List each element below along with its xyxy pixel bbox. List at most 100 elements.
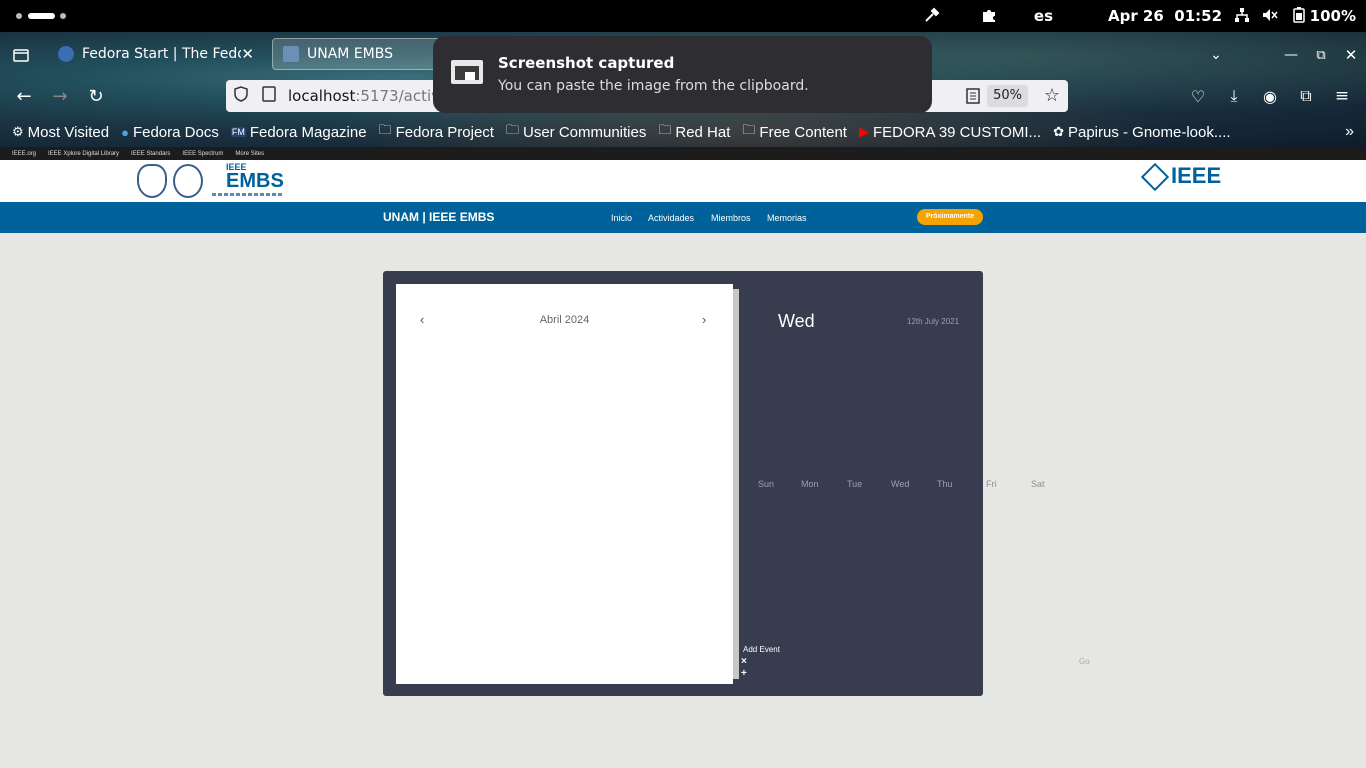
weekday-fri: Fri — [986, 479, 997, 489]
pocket-icon[interactable]: ♡ — [1187, 85, 1209, 107]
bookmark-label: Red Hat — [675, 123, 731, 141]
go-button[interactable]: Go — [1079, 657, 1090, 666]
bookmark-free-content[interactable]: 🗀 Free Content — [742, 121, 847, 143]
bookmark-fedora-project[interactable]: 🗀 Fedora Project — [379, 121, 494, 143]
bookmark-fedora-magazine[interactable]: FM Fedora Magazine — [230, 123, 367, 141]
reload-icon[interactable]: ↻ — [85, 85, 107, 107]
add-event-icon[interactable]: + — [741, 668, 747, 679]
url-host: localhost — [288, 87, 356, 105]
tab-fedora-start[interactable]: Fedora Start | The Fedora ✕ — [48, 38, 264, 70]
screenshot-notification[interactable]: Screenshot captured You can paste the im… — [433, 36, 932, 113]
ieee-link[interactable]: More Sites — [235, 151, 264, 157]
selected-full-date: 12th July 2021 — [907, 317, 960, 326]
ieee-link[interactable]: IEEE Standars — [131, 151, 170, 157]
gear-icon: ⚙ — [12, 124, 24, 139]
color-picker-icon[interactable] — [924, 7, 942, 25]
youtube-icon: ▶ — [858, 124, 869, 139]
clock[interactable]: Apr 26 01:52 — [1108, 7, 1222, 25]
bookmark-label: Fedora Magazine — [249, 123, 367, 141]
ieee-logo[interactable]: IEEE — [1140, 162, 1231, 198]
more-bookmarks-chevron-icon[interactable]: » — [1345, 123, 1354, 141]
nav-link-actividades[interactable]: Actividades — [648, 213, 694, 223]
bookmark-fedora-docs[interactable]: ● Fedora Docs — [121, 124, 219, 141]
unam-seal-icon — [137, 164, 167, 198]
fi-seal-icon — [173, 164, 203, 198]
bookmark-label: Papirus - Gnome-look.... — [1067, 123, 1231, 141]
embs-favicon-icon — [283, 46, 299, 62]
fedora-icon: ● — [121, 124, 129, 140]
site-navbar: UNAM | IEEE EMBS Inicio Actividades Miem… — [0, 202, 1366, 233]
shield-icon[interactable] — [234, 86, 252, 106]
input-language[interactable]: es — [1034, 7, 1053, 25]
ieee-global-nav: IEEE.org IEEE Xplore Digital Library IEE… — [0, 147, 1366, 160]
nav-link-miembros[interactable]: Miembros — [711, 213, 751, 223]
close-event-icon[interactable]: × — [741, 656, 747, 667]
folder-icon: 🗀 — [378, 122, 392, 137]
weekday-sun: Sun — [758, 479, 775, 489]
weekday-mon: Mon — [801, 479, 819, 489]
embs-logo-tagline — [212, 193, 284, 196]
mute-icon[interactable] — [1262, 7, 1280, 25]
bookmark-most-visited[interactable]: ⚙ Most Visited — [12, 124, 109, 141]
system-top-bar: es Apr 26 01:52 100% — [0, 0, 1366, 32]
reader-view-icon[interactable] — [966, 88, 980, 108]
page-info-icon[interactable] — [262, 86, 280, 106]
nav-link-inicio[interactable]: Inicio — [611, 213, 632, 223]
close-tab-icon[interactable]: ✕ — [241, 45, 254, 63]
fedora-favicon-icon — [58, 46, 74, 62]
restore-icon[interactable]: ⧉ — [1310, 44, 1332, 66]
forward-icon[interactable]: → — [49, 85, 71, 107]
ieee-link[interactable]: IEEE Spectrum — [182, 151, 223, 157]
back-icon[interactable]: ← — [13, 85, 35, 107]
bookmark-user-communities[interactable]: 🗀 User Communities — [506, 121, 646, 143]
folder-icon: 🗀 — [505, 122, 519, 137]
screenshot-icon — [451, 60, 483, 84]
next-month-chevron-icon[interactable]: › — [702, 312, 706, 327]
fm-icon: FM — [230, 127, 246, 137]
embs-logo[interactable]: IEEE EMBS — [212, 162, 288, 200]
folder-icon: 🗀 — [742, 122, 756, 137]
bookmark-papirus[interactable]: ✿ Papirus - Gnome-look.... — [1053, 124, 1230, 141]
nav-link-memorias[interactable]: Memorias — [767, 213, 807, 223]
bookmark-label: Fedora Project — [395, 123, 494, 141]
ieee-logo-text: IEEE — [1171, 163, 1222, 188]
weekday-tue: Tue — [847, 479, 863, 489]
workspace-indicator-dot[interactable] — [16, 13, 22, 19]
tab-unam-embs[interactable]: UNAM EMBS — [272, 38, 442, 70]
web-page: IEEE.org IEEE Xplore Digital Library IEE… — [0, 147, 1366, 768]
minimize-icon[interactable]: — — [1280, 44, 1302, 66]
tab-list-chevron-down-icon[interactable]: ⌄ — [1205, 44, 1227, 66]
workspace-indicator-active[interactable] — [28, 13, 55, 19]
notification-title: Screenshot captured — [498, 54, 675, 72]
folder-icon: 🗀 — [658, 122, 672, 137]
bookmarks-toolbar: ⚙ Most Visited ● Fedora Docs FM Fedora Maga… — [0, 119, 1366, 145]
downloads-icon[interactable]: ⤓ — [1223, 85, 1245, 107]
selected-day-name: Wed — [778, 311, 815, 331]
site-brand[interactable]: UNAM | IEEE EMBS — [383, 210, 494, 224]
tab-label: Fedora Start | The Fedora — [82, 46, 241, 62]
add-event-label: Add Event — [743, 645, 780, 654]
bookmark-label: Fedora Docs — [132, 123, 219, 141]
battery-icon[interactable] — [1292, 7, 1310, 25]
extensions-icon[interactable]: ⧉ — [1295, 85, 1317, 107]
bookmark-red-hat[interactable]: 🗀 Red Hat — [658, 121, 730, 143]
ieee-link[interactable]: IEEE.org — [12, 151, 36, 157]
bookmark-label: User Communities — [522, 123, 647, 141]
zoom-level[interactable]: 50% — [987, 85, 1028, 107]
workspace-indicator-dot[interactable] — [60, 13, 66, 19]
extension-icon[interactable] — [981, 7, 999, 25]
calendar-month-panel: ‹ Abril 2024 › — [396, 284, 733, 684]
tab-overview-icon[interactable] — [10, 44, 32, 66]
menu-icon[interactable]: ≡ — [1331, 85, 1353, 107]
logo-bar: IEEE EMBS IEEE — [0, 160, 1366, 202]
proximamente-button[interactable]: Próximamente — [917, 209, 983, 225]
account-icon[interactable]: ◉ — [1259, 85, 1281, 107]
network-icon[interactable] — [1234, 7, 1252, 25]
notification-body: You can paste the image from the clipboa… — [498, 78, 809, 94]
bookmark-fedora-39[interactable]: ▶ FEDORA 39 CUSTOMI... — [859, 124, 1041, 141]
bookmark-star-icon[interactable]: ☆ — [1044, 85, 1060, 106]
close-window-icon[interactable]: ✕ — [1340, 44, 1362, 66]
ieee-link[interactable]: IEEE Xplore Digital Library — [48, 151, 119, 157]
gnome-icon: ✿ — [1053, 124, 1064, 139]
panel-divider — [733, 289, 739, 679]
